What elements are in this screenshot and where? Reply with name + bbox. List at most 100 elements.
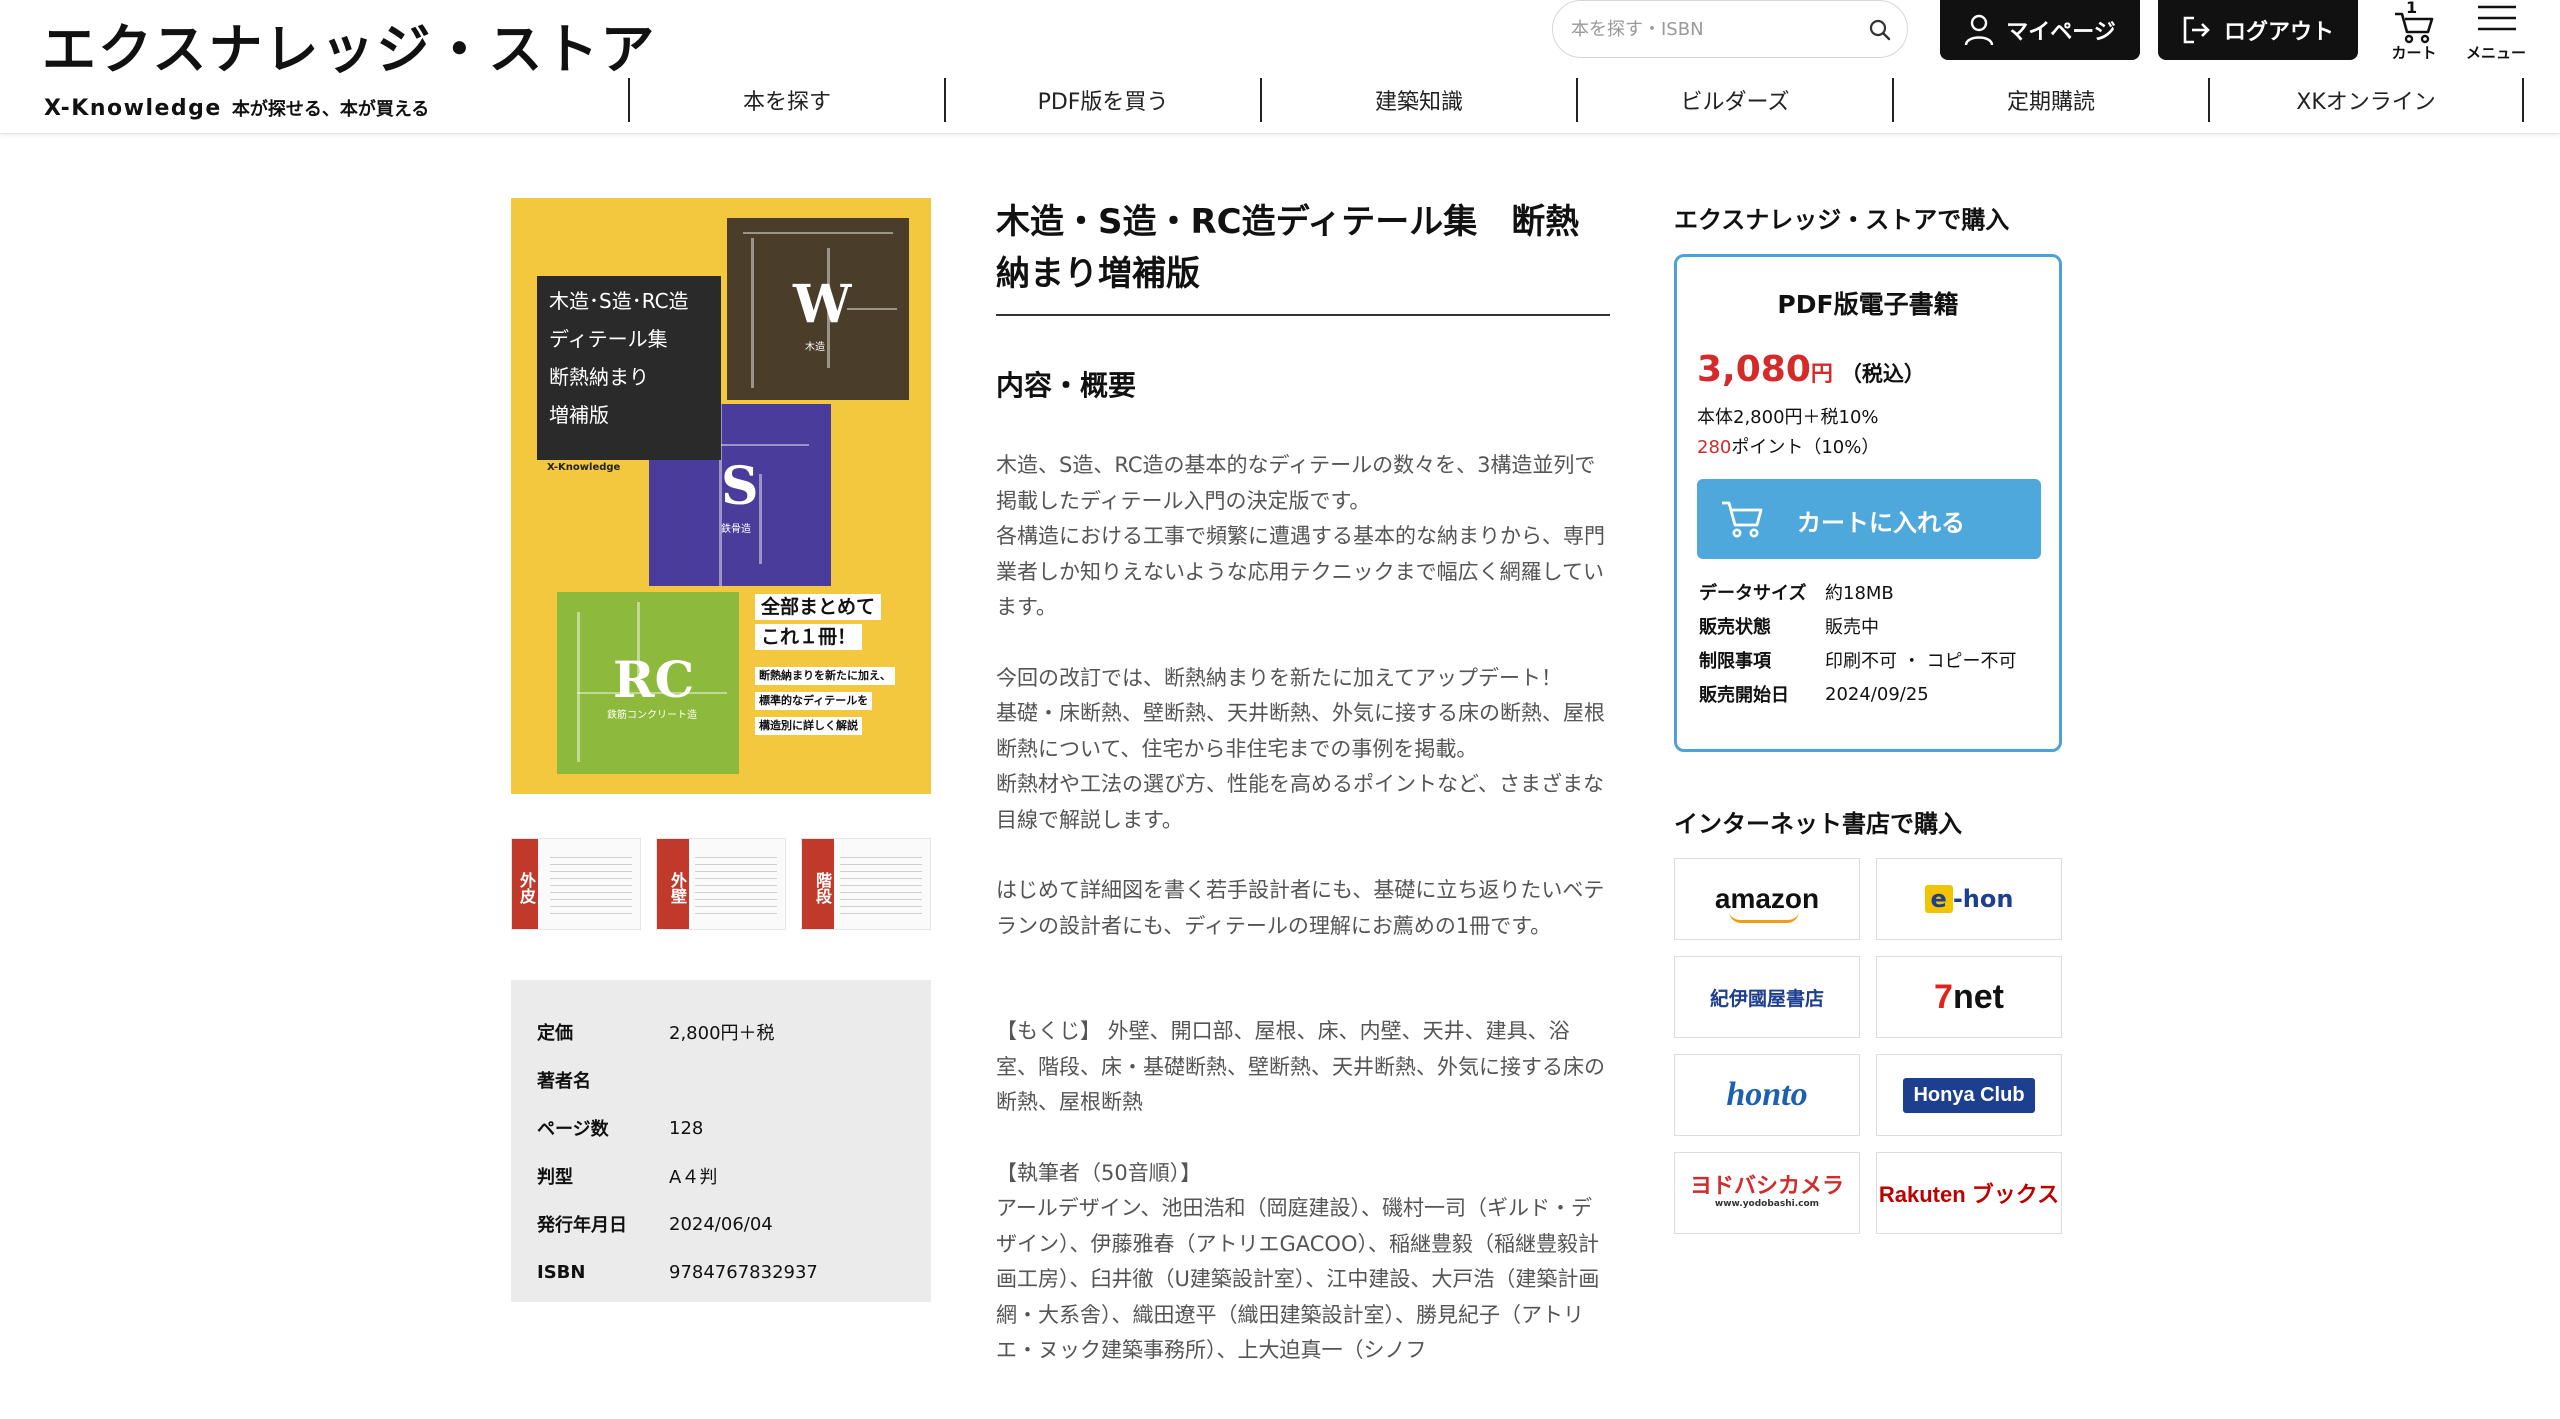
store-honto[interactable]: honto xyxy=(1674,1054,1860,1136)
price-value: 3,080 xyxy=(1697,349,1811,390)
description-paragraph: 基礎・床断熱、壁断熱、天井断熱、外気に接する床の断熱、屋根断熱について、住宅から… xyxy=(996,701,1605,761)
description-paragraph: 木造、S造、RC造の基本的なディテールの数々を、3構造並列で掲載したディテール入… xyxy=(996,453,1596,513)
price-display: 3,080円 （税込） xyxy=(1697,349,1925,390)
contents-list: 【もくじ】 外壁、開口部、屋根、床、内壁、天井、建具、浴室、階段、床・基礎断熱、… xyxy=(996,1019,1605,1114)
honto-logo: honto xyxy=(1726,1076,1808,1113)
add-to-cart-label: カートに入れる xyxy=(1797,509,1965,537)
spec-row: ISBN 9784767832937 xyxy=(537,1248,905,1296)
site-logo[interactable]: エクスナレッジ・ストア xyxy=(42,16,656,84)
cart-label: カート xyxy=(2391,44,2437,62)
add-to-cart-button[interactable]: カートに入れる xyxy=(1697,479,2041,559)
store-rakuten[interactable]: Rakuten ブックス xyxy=(1876,1152,2062,1234)
global-nav: 本を探す PDF版を買う 建築知識 ビルダーズ 定期購読 XKオンライン xyxy=(628,78,2524,122)
cover-promo-line: 全部まとめて xyxy=(755,594,882,620)
spec-value: 9784767832937 xyxy=(669,1261,818,1283)
meta-row: 販売状態 販売中 xyxy=(1699,609,2016,643)
logout-label: ログアウト xyxy=(2223,20,2334,45)
thumbnail-1[interactable]: 外皮 xyxy=(511,838,641,930)
thumbnail-tab: 外壁 xyxy=(657,839,689,929)
nav-xk-online[interactable]: XKオンライン xyxy=(2208,78,2524,122)
description-paragraph: はじめて詳細図を書く若手設計者にも、基礎に立ち返りたいベテランの設計者にも、ディ… xyxy=(996,878,1605,938)
cover-promo-sub: 標準的なディテールを xyxy=(755,692,873,710)
meta-row: データサイズ 約18MB xyxy=(1699,575,2016,609)
rakuten-books-logo: Rakuten ブックス xyxy=(1878,1182,2060,1207)
authors-list: アールデザイン、池田浩和（岡庭建設）、磯村一司（ギルド・デザイン）、伊藤雅春（ア… xyxy=(996,1196,1600,1362)
thumbnail-2[interactable]: 外壁 xyxy=(656,838,786,930)
ehon-logo: e -hon xyxy=(1924,885,2014,913)
points-note: ポイント（10%） xyxy=(1731,437,1880,458)
cover-title-line: ディテール集 xyxy=(549,327,668,351)
price-currency: 円 xyxy=(1810,362,1833,387)
store-ehon[interactable]: e -hon xyxy=(1876,858,2062,940)
spec-row: 定価 2,800円＋税 xyxy=(537,1008,905,1056)
spec-key: 定価 xyxy=(537,1023,573,1044)
thumbnail-3[interactable]: 階段 xyxy=(801,838,931,930)
meta-key: データサイズ xyxy=(1699,583,1807,604)
store-yodobashi[interactable]: ヨドバシカメラ www.yodobashi.com xyxy=(1674,1152,1860,1234)
spec-row: ページ数 128 xyxy=(537,1104,905,1152)
logout-button[interactable]: ログアウト xyxy=(2158,0,2358,60)
meta-key: 販売開始日 xyxy=(1699,685,1789,706)
spec-row: 発行年月日 2024/06/04 xyxy=(537,1200,905,1248)
spec-key: 発行年月日 xyxy=(537,1215,627,1236)
cover-letter-w: W xyxy=(793,274,852,335)
search-icon[interactable] xyxy=(1867,17,1893,43)
meta-row: 販売開始日 2024/09/25 xyxy=(1699,677,2016,711)
sevennet-logo: 7net xyxy=(1934,978,2004,1017)
mypage-button[interactable]: マイページ xyxy=(1940,0,2140,60)
header-cart-button[interactable]: 1 カート xyxy=(2374,0,2454,64)
sevennet-logo-seven: 7 xyxy=(1934,977,1953,1016)
site-header: エクスナレッジ・ストア X-Knowledge 本が探せる、本が買える マイペー… xyxy=(0,0,2560,134)
search-input[interactable] xyxy=(1571,13,1851,45)
nav-pdf[interactable]: PDF版を買う xyxy=(944,78,1260,122)
spec-row: 著者名 xyxy=(537,1056,905,1104)
spec-key: 著者名 xyxy=(537,1071,591,1092)
thumbnail-tab: 階段 xyxy=(802,839,834,929)
points-value: 280 xyxy=(1697,437,1732,458)
cover-title-line: 断熱納まり xyxy=(549,365,649,389)
summary-heading: 内容・概要 xyxy=(996,369,1137,402)
store-7net[interactable]: 7net xyxy=(1876,956,2062,1038)
meta-row: 制限事項 印刷不可 ・ コピー不可 xyxy=(1699,643,2016,677)
yodobashi-url: www.yodobashi.com xyxy=(1714,1199,1820,1209)
spec-key: 判型 xyxy=(537,1167,573,1188)
store-honya-club[interactable]: Honya Club xyxy=(1876,1054,2062,1136)
cover-block-wood: W 木造 xyxy=(727,218,909,400)
store-kinokuniya[interactable]: 紀伊國屋書店 xyxy=(1674,956,1860,1038)
store-purchase-heading: エクスナレッジ・ストアで購入 xyxy=(1674,206,2010,234)
cover-label-wood: 木造 xyxy=(805,342,825,353)
user-icon xyxy=(1965,14,1994,46)
ehon-logo-rest: -hon xyxy=(1952,885,2014,913)
menu-button[interactable]: メニュー xyxy=(2456,0,2536,64)
nav-subscription[interactable]: 定期購読 xyxy=(1892,78,2208,122)
cover-label-rc: 鉄筋コンクリート造 xyxy=(607,710,697,721)
nav-kenchiku-chishiki[interactable]: 建築知識 xyxy=(1260,78,1576,122)
ehon-logo-e: e xyxy=(1924,885,1953,913)
online-store-grid: amazon e -hon 紀伊國屋書店 7net honto Honya Clu… xyxy=(1674,858,2062,1234)
book-spec-table: 定価 2,800円＋税 著者名 ページ数 128 判型 A４判 発行年月日 2024/0… xyxy=(511,980,931,1302)
spec-key: ページ数 xyxy=(537,1119,609,1140)
description-paragraph: 各構造における工事で頻繁に遭遇する基本的な納まりから、専門業者しか知りえないよう… xyxy=(996,524,1605,619)
search-box xyxy=(1552,0,1908,58)
format-label: PDF版電子書籍 xyxy=(1777,290,1959,319)
spec-value: 2024/06/04 xyxy=(669,1213,773,1235)
spec-row: 判型 A４判 xyxy=(537,1152,905,1200)
meta-value: 印刷不可 ・ コピー不可 xyxy=(1825,651,2017,672)
book-cover-image[interactable]: W 木造 S 鉄骨造 RC 鉄筋コンクリート造 木造･S造･RC造 ディテール集… xyxy=(511,198,931,794)
logout-icon xyxy=(2183,16,2210,44)
cart-icon xyxy=(1722,501,1763,538)
logo-brand: X-Knowledge xyxy=(44,96,222,121)
nav-builders[interactable]: ビルダーズ xyxy=(1576,78,1892,122)
meta-key: 制限事項 xyxy=(1699,651,1771,672)
honya-club-logo: Honya Club xyxy=(1903,1077,2035,1113)
spec-value: A４判 xyxy=(669,1167,718,1188)
mypage-label: マイページ xyxy=(2006,20,2116,45)
cart-icon xyxy=(2395,12,2434,44)
menu-label: メニュー xyxy=(2465,44,2526,62)
product-meta: データサイズ 約18MB 販売状態 販売中 制限事項 印刷不可 ・ コピー不可 販売開… xyxy=(1699,575,2016,711)
nav-find-books[interactable]: 本を探す xyxy=(628,78,944,122)
spec-key: ISBN xyxy=(537,1261,586,1283)
store-amazon[interactable]: amazon xyxy=(1674,858,1860,940)
cover-letter-s: S xyxy=(721,456,759,517)
cover-promo-sub: 構造別に詳しく解説 xyxy=(755,717,862,735)
